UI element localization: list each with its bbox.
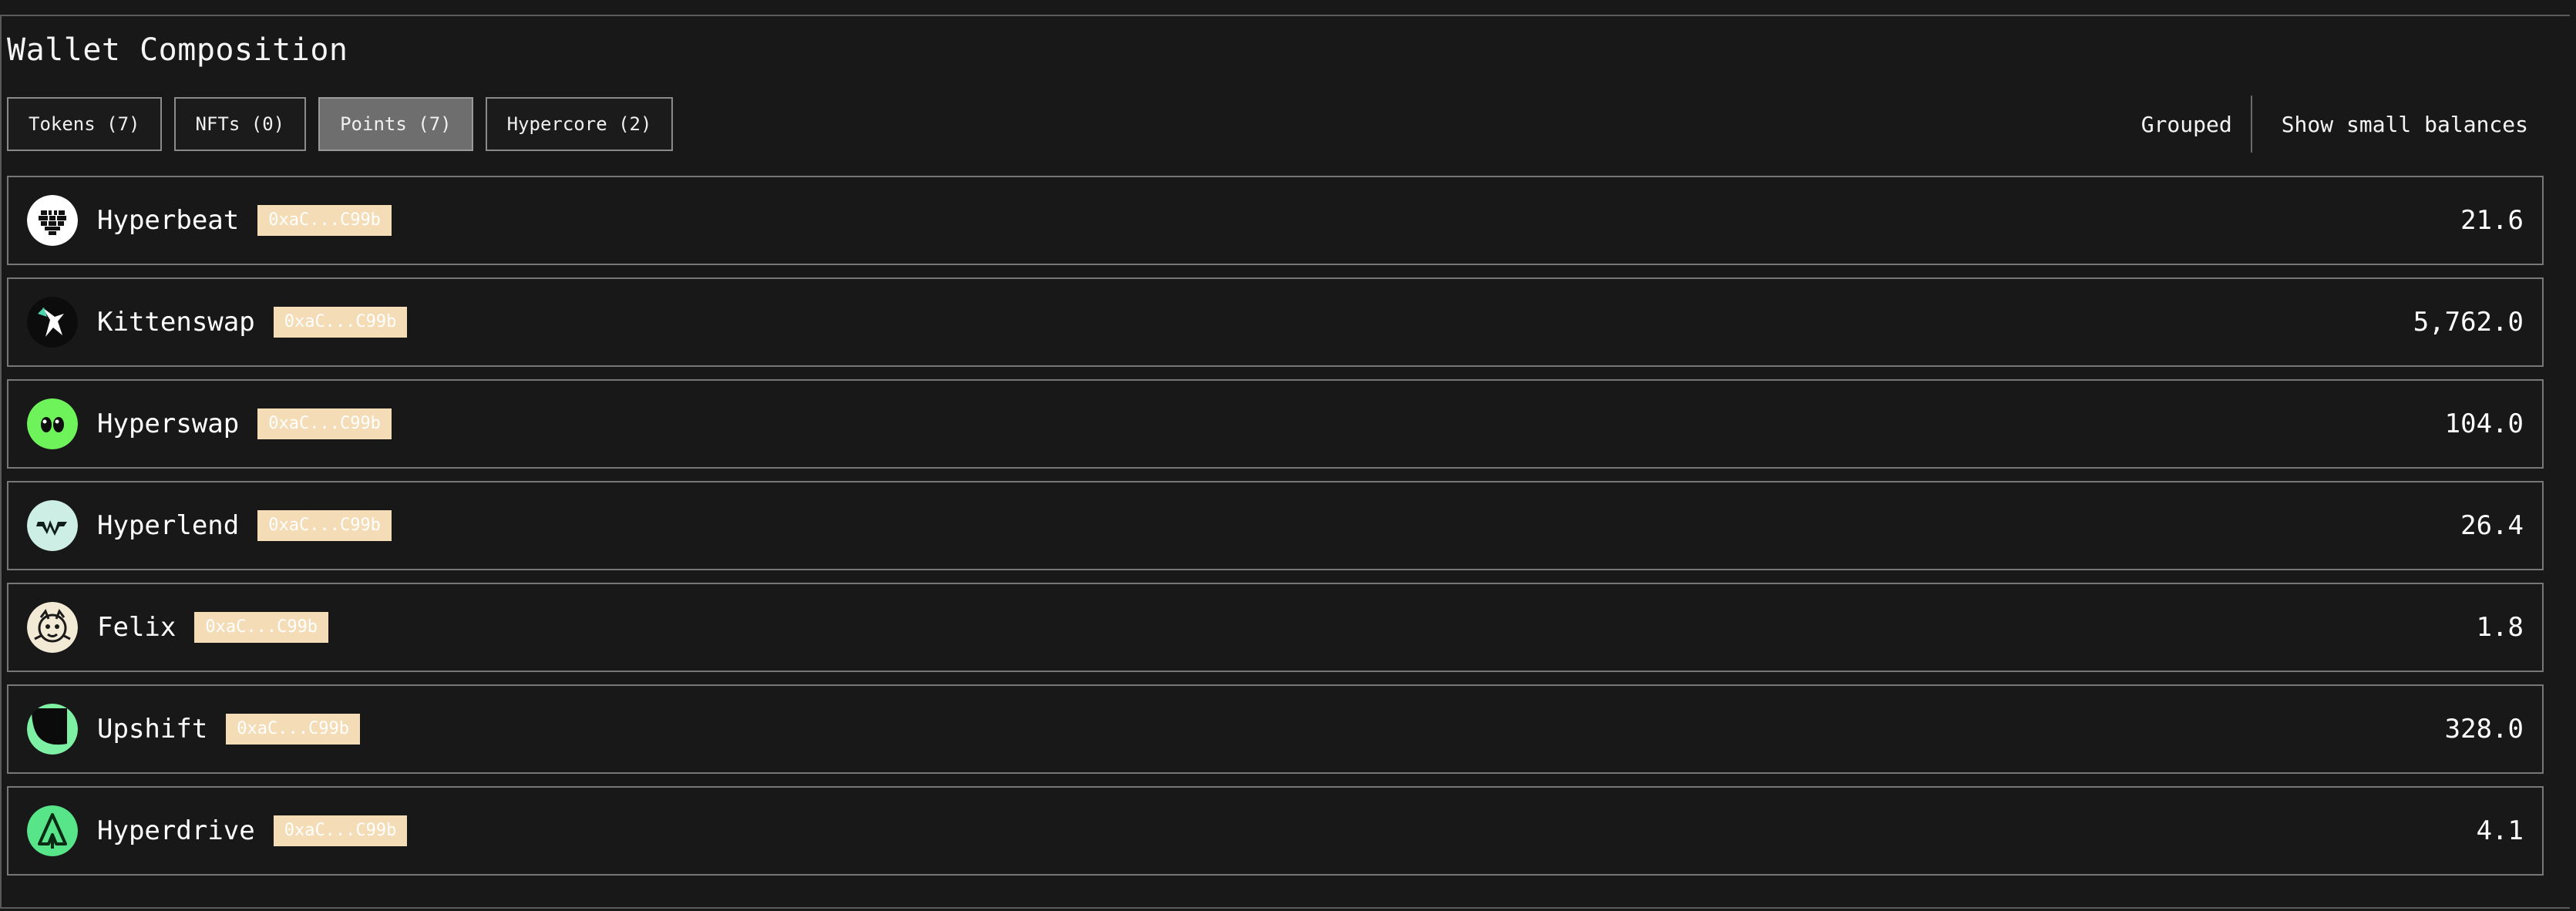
hyperswap-icon bbox=[27, 398, 78, 449]
row-value: 4.1 bbox=[2476, 815, 2524, 846]
list-item[interactable]: Hyperlend 0xaC...C99b 26.4 bbox=[7, 481, 2544, 570]
row-name: Felix bbox=[97, 612, 177, 643]
row-value: 104.0 bbox=[2444, 408, 2524, 439]
tab-hypercore[interactable]: Hypercore (2) bbox=[485, 97, 674, 151]
row-name: Hyperlend bbox=[97, 510, 240, 541]
hyperdrive-icon bbox=[27, 805, 78, 856]
list-item[interactable]: Upshift 0xaC...C99b 328.0 bbox=[7, 684, 2544, 774]
upshift-icon bbox=[27, 704, 78, 755]
row-value: 1.8 bbox=[2476, 612, 2524, 643]
row-name: Kittenswap bbox=[97, 307, 255, 338]
row-value: 5,762.0 bbox=[2413, 307, 2524, 338]
felix-icon bbox=[27, 602, 78, 653]
tab-points[interactable]: Points (7) bbox=[318, 97, 473, 151]
address-badge[interactable]: 0xaC...C99b bbox=[273, 307, 408, 338]
list-item[interactable]: Hyperswap 0xaC...C99b 104.0 bbox=[7, 379, 2544, 469]
address-badge[interactable]: 0xaC...C99b bbox=[194, 612, 329, 643]
tab-bar: Tokens (7) NFTs (0) Points (7) Hypercore… bbox=[7, 97, 674, 151]
row-name: Hyperbeat bbox=[97, 205, 240, 236]
address-badge[interactable]: 0xaC...C99b bbox=[257, 205, 392, 236]
list-item[interactable]: Felix 0xaC...C99b 1.8 bbox=[7, 583, 2544, 672]
kittenswap-icon bbox=[27, 297, 78, 348]
controls-divider bbox=[2250, 96, 2252, 153]
row-name: Hyperdrive bbox=[97, 815, 255, 846]
row-value: 26.4 bbox=[2460, 510, 2524, 541]
address-badge[interactable]: 0xaC...C99b bbox=[226, 714, 360, 745]
show-small-balances-toggle[interactable]: Show small balances bbox=[2282, 112, 2528, 137]
row-value: 21.6 bbox=[2460, 205, 2524, 236]
address-badge[interactable]: 0xaC...C99b bbox=[273, 815, 408, 846]
list-item[interactable]: Kittenswap 0xaC...C99b 5,762.0 bbox=[7, 277, 2544, 367]
tab-nfts[interactable]: NFTs (0) bbox=[173, 97, 307, 151]
hyperlend-icon bbox=[27, 500, 78, 551]
row-name: Hyperswap bbox=[97, 408, 240, 439]
address-badge[interactable]: 0xaC...C99b bbox=[257, 510, 392, 541]
grouped-toggle[interactable]: Grouped bbox=[2141, 112, 2232, 137]
list-item[interactable]: Hyperdrive 0xaC...C99b 4.1 bbox=[7, 786, 2544, 876]
address-badge[interactable]: 0xaC...C99b bbox=[257, 408, 392, 439]
tab-tokens[interactable]: Tokens (7) bbox=[7, 97, 162, 151]
view-controls: Grouped Show small balances bbox=[2141, 96, 2528, 153]
points-list: Hyperbeat 0xaC...C99b 21.6 Kittenswap 0x… bbox=[7, 176, 2544, 888]
hyperbeat-icon bbox=[27, 195, 78, 246]
list-item[interactable]: Hyperbeat 0xaC...C99b 21.6 bbox=[7, 176, 2544, 265]
row-value: 328.0 bbox=[2444, 714, 2524, 745]
section-title: Wallet Composition bbox=[7, 32, 348, 68]
row-name: Upshift bbox=[97, 714, 208, 745]
